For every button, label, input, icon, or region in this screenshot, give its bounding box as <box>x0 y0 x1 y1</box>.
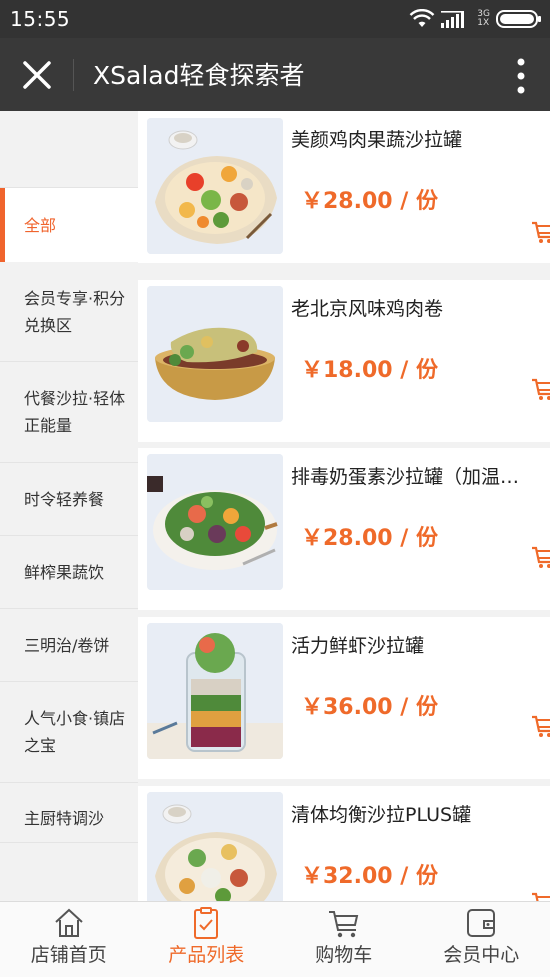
add-to-cart-icon[interactable] <box>531 219 550 245</box>
product-price: ￥32.00 / 份 <box>301 864 438 889</box>
bottom-tab-bar: 店铺首页 产品列表 购物车 会员中心 <box>0 901 550 977</box>
tab-label: 产品列表 <box>168 944 245 966</box>
tab-home[interactable]: 店铺首页 <box>0 902 138 977</box>
tab-products[interactable]: 产品列表 <box>138 902 276 977</box>
category-item-snacks[interactable]: 人气小食·镇店之宝 <box>0 682 138 783</box>
product-price: ￥28.00 / 份 <box>301 189 438 214</box>
category-item-meal-replacement[interactable]: 代餐沙拉·轻体正能量 <box>0 362 138 463</box>
add-to-cart-icon[interactable] <box>531 890 550 901</box>
category-label: 代餐沙拉·轻体正能量 <box>24 389 126 435</box>
title-divider <box>73 59 74 91</box>
category-label: 人气小食·镇店之宝 <box>24 709 126 755</box>
product-name: 活力鲜虾沙拉罐 <box>291 635 425 657</box>
status-icons: 3G 1X <box>409 8 542 30</box>
category-label: 时令轻养餐 <box>24 489 105 509</box>
add-to-cart-icon[interactable] <box>531 376 550 402</box>
category-item-sandwich[interactable]: 三明治/卷饼 <box>0 609 138 682</box>
product-list[interactable]: 美颜鸡肉果蔬沙拉罐 ￥28.00 / 份 老北京风味鸡肉卷 ￥18.00 / 份 <box>138 111 550 901</box>
product-card[interactable]: 清体均衡沙拉PLUS罐 ￥32.00 / 份 <box>138 786 550 901</box>
category-label: 三明治/卷饼 <box>24 635 110 655</box>
battery-icon <box>496 10 541 28</box>
title-bar: XSalad轻食探索者 <box>0 38 550 111</box>
category-item-seasonal[interactable]: 时令轻养餐 <box>0 463 138 536</box>
salad-plate-image <box>147 454 283 590</box>
wifi-icon <box>409 9 435 27</box>
list-icon <box>194 907 219 939</box>
status-bar: 15:55 3G 1X <box>0 0 550 38</box>
home-icon <box>55 908 83 937</box>
product-name: 排毒奶蛋素沙拉罐（加温… <box>291 466 520 488</box>
tab-member-center[interactable]: 会员中心 <box>413 902 550 977</box>
product-card[interactable]: 老北京风味鸡肉卷 ￥18.00 / 份 <box>138 280 550 442</box>
category-item-juice[interactable]: 鲜榨果蔬饮 <box>0 536 138 609</box>
category-item-chef[interactable]: 主厨特调沙 <box>0 783 138 843</box>
add-to-cart-icon[interactable] <box>531 544 550 570</box>
salad-bowl-image <box>147 118 283 254</box>
tab-label: 购物车 <box>315 944 373 966</box>
product-card[interactable]: 活力鲜虾沙拉罐 ￥36.00 / 份 <box>138 617 550 779</box>
category-label: 主厨特调沙 <box>24 809 105 828</box>
tab-cart[interactable]: 购物车 <box>275 902 413 977</box>
category-item-all[interactable]: 全部 <box>0 188 138 262</box>
product-name: 清体均衡沙拉PLUS罐 <box>291 804 472 826</box>
add-to-cart-icon[interactable] <box>531 713 550 739</box>
product-name: 老北京风味鸡肉卷 <box>291 298 444 320</box>
salad-jar-image <box>147 623 283 759</box>
wallet-icon <box>467 909 496 937</box>
tab-label: 会员中心 <box>443 944 520 966</box>
category-item-top[interactable] <box>0 111 138 188</box>
cart-icon <box>328 911 358 938</box>
close-icon[interactable] <box>18 56 56 94</box>
category-label: 会员专享·积分兑换区 <box>24 288 126 335</box>
salad-bowl-image <box>147 792 283 901</box>
signal-icon <box>441 11 465 28</box>
status-time: 15:55 <box>10 7 71 31</box>
network-1x: 1X <box>477 18 490 28</box>
product-card[interactable]: 排毒奶蛋素沙拉罐（加温… ￥28.00 / 份 <box>138 448 550 610</box>
category-item-member[interactable]: 会员专享·积分兑换区 <box>0 262 138 362</box>
page-title: XSalad轻食探索者 <box>93 61 305 90</box>
category-sidebar[interactable]: 全部 会员专享·积分兑换区 代餐沙拉·轻体正能量 时令轻养餐 鲜榨果蔬饮 三明治… <box>0 111 138 901</box>
product-price: ￥28.00 / 份 <box>301 526 438 551</box>
category-label: 鲜榨果蔬饮 <box>24 562 105 582</box>
category-label: 全部 <box>24 215 57 235</box>
network-type: 3G 1X <box>477 10 490 28</box>
more-options-icon[interactable] <box>514 56 528 96</box>
chicken-wrap-image <box>147 286 283 422</box>
product-card[interactable]: 美颜鸡肉果蔬沙拉罐 ￥28.00 / 份 <box>138 111 550 263</box>
tab-label: 店铺首页 <box>30 944 107 966</box>
product-name: 美颜鸡肉果蔬沙拉罐 <box>291 129 463 151</box>
product-price: ￥36.00 / 份 <box>301 695 438 720</box>
product-price: ￥18.00 / 份 <box>301 358 438 383</box>
